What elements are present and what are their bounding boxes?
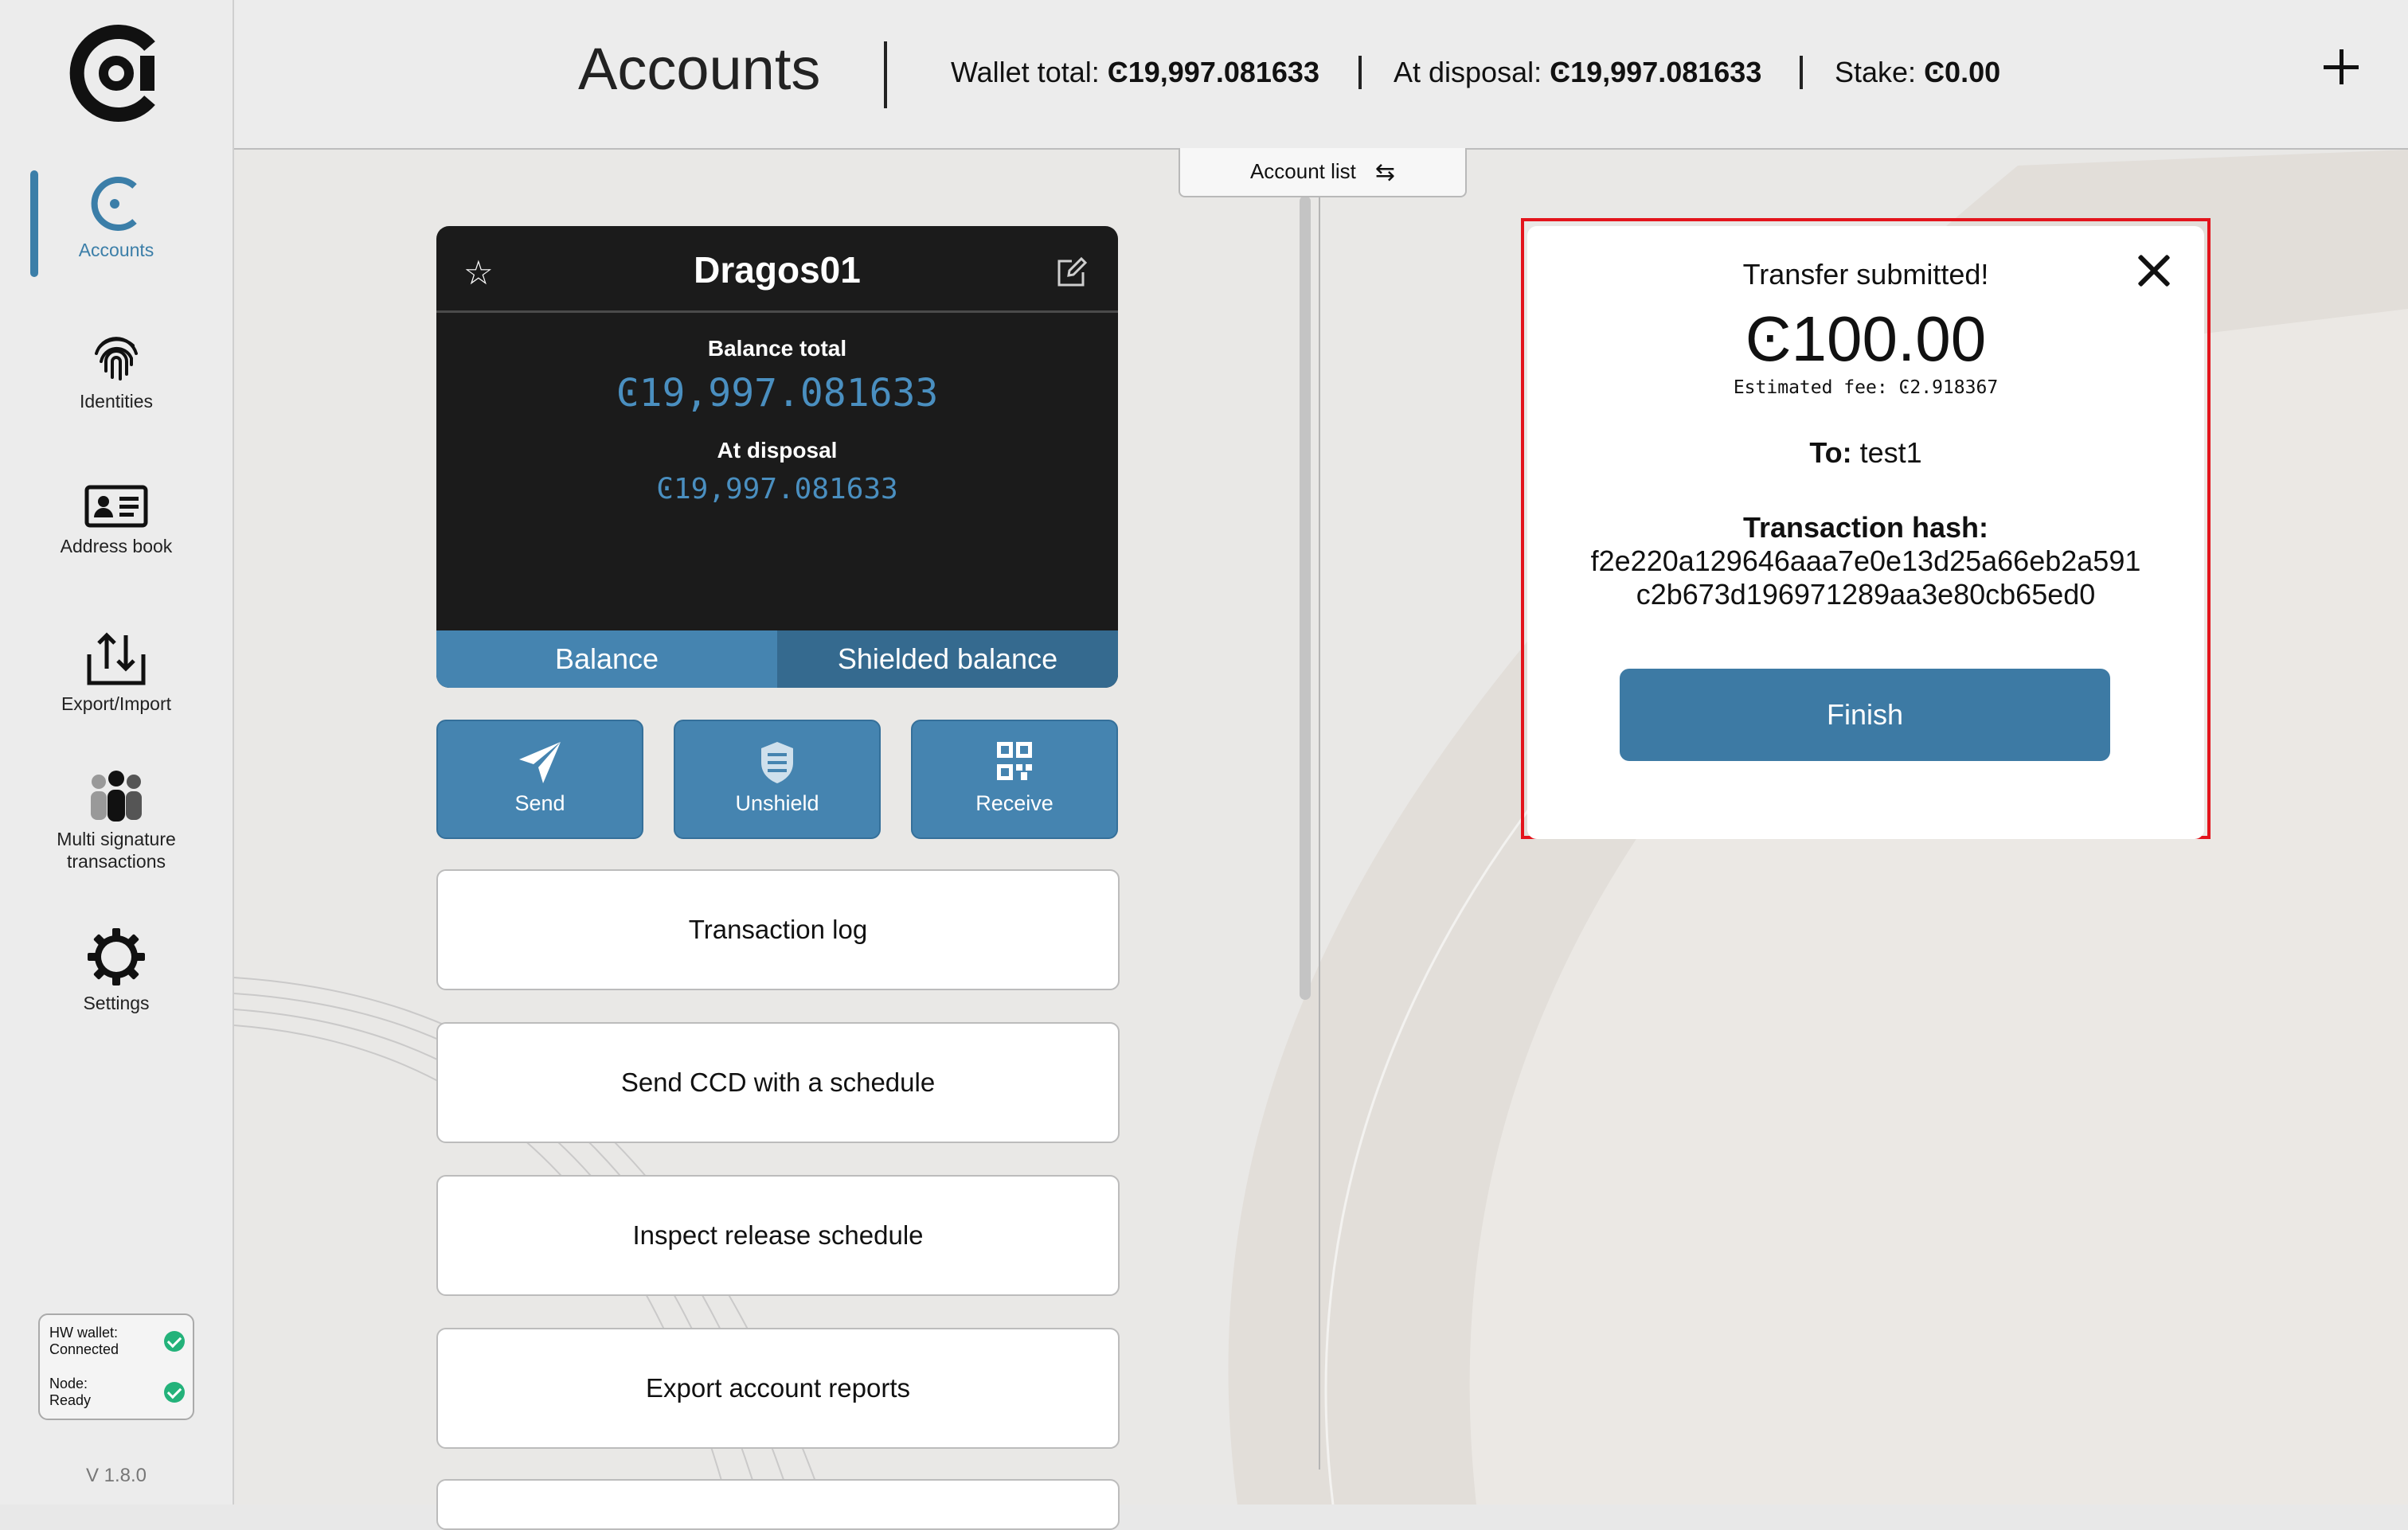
account-list-toggle[interactable]: Account list ⇆ <box>1179 148 1467 197</box>
recipient-value: test1 <box>1851 436 1922 469</box>
hw-wallet-status: HW wallet: Connected <box>49 1325 185 1358</box>
sidebar-item-export-import[interactable]: Export/Import <box>0 630 233 715</box>
transfer-submitted-dialog: Transfer submitted! Ͼ100.00 Estimated fe… <box>1527 226 2204 839</box>
sidebar-item-address-book[interactable]: Address book <box>0 482 233 557</box>
send-button[interactable]: Send <box>436 720 643 839</box>
sidebar-item-label: Settings <box>83 993 150 1013</box>
tab-shielded-balance[interactable]: Shielded balance <box>777 630 1118 688</box>
swap-arrows-icon: ⇆ <box>1374 159 1396 186</box>
node-status: Node: Ready <box>49 1376 185 1409</box>
at-disposal-label: At disposal: <box>1394 56 1550 88</box>
header-divider <box>1358 56 1362 89</box>
address-card-icon <box>84 485 148 528</box>
header-divider <box>884 41 887 108</box>
at-disposal-value: Ͼ19,997.081633 <box>656 473 898 505</box>
paper-plane-icon <box>519 742 561 783</box>
close-icon[interactable] <box>2136 253 2171 288</box>
send-label: Send <box>514 791 565 815</box>
fingerprint-icon <box>95 337 138 381</box>
sidebar-item-label: Accounts <box>78 240 154 260</box>
sidebar-item-label: Multi signature <box>57 829 176 849</box>
at-disposal-value: Ͼ19,997.081633 <box>1550 56 1762 88</box>
header-divider <box>1800 56 1803 89</box>
transfer-amount: Ͼ100.00 <box>1745 303 1987 374</box>
receive-label: Receive <box>975 791 1054 815</box>
transaction-hash-line2: c2b673d196971289aa3e80cb65ed0 <box>1636 578 2096 611</box>
edit-icon[interactable] <box>1056 256 1088 288</box>
sidebar-item-label-line2: transactions <box>66 851 166 872</box>
transaction-hash-label: Transaction hash: <box>1742 511 1989 544</box>
app-version: V 1.8.0 <box>85 1465 147 1486</box>
wallet-total-value: Ͼ19,997.081633 <box>1107 56 1319 88</box>
recipient: To: test1 <box>1527 436 2204 470</box>
transaction-hash-line1: f2e220a129646aaa7e0e13d25a66eb2a591 <box>1590 544 2141 577</box>
account-card-header: ☆ Dragos01 <box>436 226 1118 313</box>
export-import-icon <box>87 632 146 685</box>
shield-icon <box>761 742 793 783</box>
check-circle-icon <box>164 1382 185 1403</box>
people-group-icon <box>91 771 142 822</box>
balance-total-value: Ͼ19,997.081633 <box>616 371 939 416</box>
transaction-log-button[interactable]: Transaction log <box>436 869 1120 990</box>
balance-total-label: Balance total <box>707 336 847 361</box>
inspect-release-schedule-button[interactable]: Inspect release schedule <box>436 1175 1120 1296</box>
account-card: ☆ Dragos01 Balance total Ͼ19,997.081633 … <box>436 226 1118 688</box>
tab-balance[interactable]: Balance <box>436 630 777 688</box>
account-name: Dragos01 <box>694 249 861 291</box>
sidebar-item-label: Identities <box>79 391 154 412</box>
header: Accounts Wallet total: Ͼ19,997.081633 At… <box>234 0 2408 150</box>
at-disposal-label: At disposal <box>717 438 838 463</box>
estimated-fee: Estimated fee: Ͼ2.918367 <box>1733 377 1999 398</box>
sidebar-item-label: Export/Import <box>61 693 172 714</box>
balance-tabs: Balance Shielded balance <box>436 630 1118 688</box>
list-button-partial[interactable] <box>436 1479 1120 1530</box>
sidebar-item-accounts[interactable]: Accounts <box>0 174 233 261</box>
wallet-total: Wallet total: Ͼ19,997.081633 <box>951 56 1319 89</box>
unshield-label: Unshield <box>735 791 819 815</box>
panel-divider <box>1319 196 1320 1470</box>
qr-code-icon <box>997 742 1032 780</box>
scrollbar[interactable] <box>1300 196 1311 1000</box>
sidebar-item-label: Address book <box>60 536 173 556</box>
stake-label: Stake: <box>1835 56 1925 88</box>
dialog-title: Transfer submitted! <box>1742 258 1989 291</box>
export-account-reports-button[interactable]: Export account reports <box>436 1328 1120 1449</box>
add-account-plus-icon[interactable] <box>2324 49 2359 84</box>
page-title: Accounts <box>578 36 821 102</box>
recipient-label: To: <box>1809 436 1852 469</box>
connection-status-panel: HW wallet: Connected Node: Ready <box>38 1313 194 1420</box>
sidebar-item-identities[interactable]: Identities <box>0 330 233 412</box>
stake-total: Stake: Ͼ0.00 <box>1835 56 2000 89</box>
send-ccd-schedule-button[interactable]: Send CCD with a schedule <box>436 1022 1120 1143</box>
finish-button[interactable]: Finish <box>1620 669 2110 761</box>
account-list-label: Account list <box>1249 159 1356 183</box>
at-disposal-total: At disposal: Ͼ19,997.081633 <box>1394 56 1761 89</box>
check-circle-icon <box>164 1331 185 1352</box>
unshield-button[interactable]: Unshield <box>674 720 881 839</box>
gear-icon <box>88 928 145 986</box>
concordium-c-icon <box>91 177 137 231</box>
stake-value: Ͼ0.00 <box>1924 56 2001 88</box>
sidebar-item-multi-signature[interactable]: Multi signature transactions <box>0 769 233 872</box>
sidebar: Accounts Identities Address book Export/… <box>0 0 234 1505</box>
sidebar-item-settings[interactable]: Settings <box>0 927 233 1014</box>
concordium-logo <box>69 25 155 122</box>
receive-button[interactable]: Receive <box>911 720 1118 839</box>
wallet-total-label: Wallet total: <box>951 56 1108 88</box>
